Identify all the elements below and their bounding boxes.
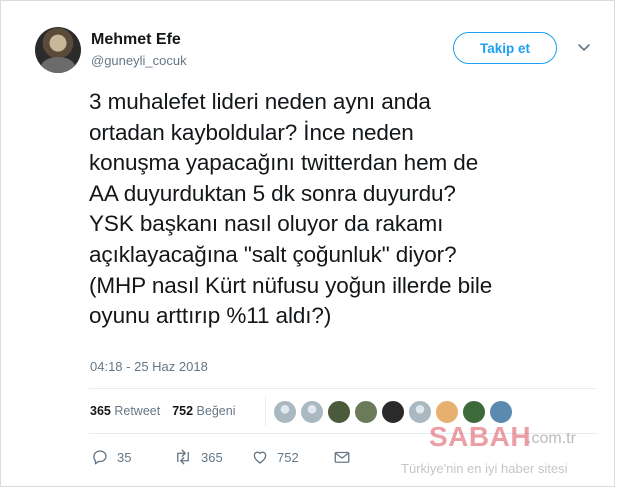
tweet-card: Mehmet Efe @guneyli_cocuk Takip et 3 muh… — [0, 0, 615, 487]
like-count: 752 — [172, 404, 194, 418]
avatar-group-icon[interactable] — [327, 400, 351, 424]
watermark: SABAH .com.tr Türkiye'nin en iyi haber s… — [401, 421, 609, 481]
avatar-logo-icon[interactable] — [435, 400, 459, 424]
watermark-slogan: Türkiye'nin en iyi haber sitesi — [401, 461, 568, 476]
retweet-count: 365 — [90, 404, 111, 418]
avatar-default-icon[interactable] — [273, 400, 297, 424]
retweet-icon — [177, 449, 189, 465]
author-name[interactable]: Mehmet Efe — [91, 31, 181, 49]
divider — [89, 388, 597, 389]
chevron-down-icon[interactable] — [576, 39, 592, 55]
author-handle[interactable]: @guneyli_cocuk — [91, 53, 187, 68]
tweet-timestamp[interactable]: 04:18 - 25 Haz 2018 — [90, 359, 208, 374]
retweet-stat[interactable]: 365 Retweet — [90, 404, 160, 418]
reply-action[interactable]: 35 — [91, 448, 131, 466]
retweet-label: Retweet — [114, 404, 161, 418]
reply-icon — [93, 450, 107, 465]
like-label: Beğeni — [196, 404, 236, 418]
tweet-text: 3 muhalefet lideri neden aynı anda ortad… — [89, 89, 493, 329]
divider — [89, 433, 597, 434]
like-action-count: 752 — [277, 449, 299, 465]
like-stat[interactable]: 752 Beğeni — [172, 404, 235, 418]
avatar-landscape-icon[interactable] — [462, 400, 486, 424]
avatar-sky-icon[interactable] — [489, 400, 513, 424]
avatar-person-icon[interactable] — [381, 400, 405, 424]
retweet-action-count: 365 — [201, 449, 223, 465]
avatar-photo-icon[interactable] — [354, 400, 378, 424]
retweet-action[interactable]: 365 — [173, 448, 223, 466]
author-avatar[interactable] — [35, 27, 81, 73]
stats-separator — [265, 396, 266, 426]
envelope-icon — [334, 451, 350, 463]
heart-icon — [253, 451, 267, 464]
reply-count: 35 — [117, 449, 132, 465]
engagement-stats: 365 Retweet 752 Beğeni — [90, 404, 235, 418]
direct-message-action[interactable] — [333, 448, 351, 466]
watermark-brand: SABAH — [429, 421, 532, 452]
like-action[interactable]: 752 — [251, 448, 299, 466]
avatar-default-icon[interactable] — [300, 400, 324, 424]
follow-button[interactable]: Takip et — [453, 32, 557, 64]
avatar-default-icon[interactable] — [408, 400, 432, 424]
